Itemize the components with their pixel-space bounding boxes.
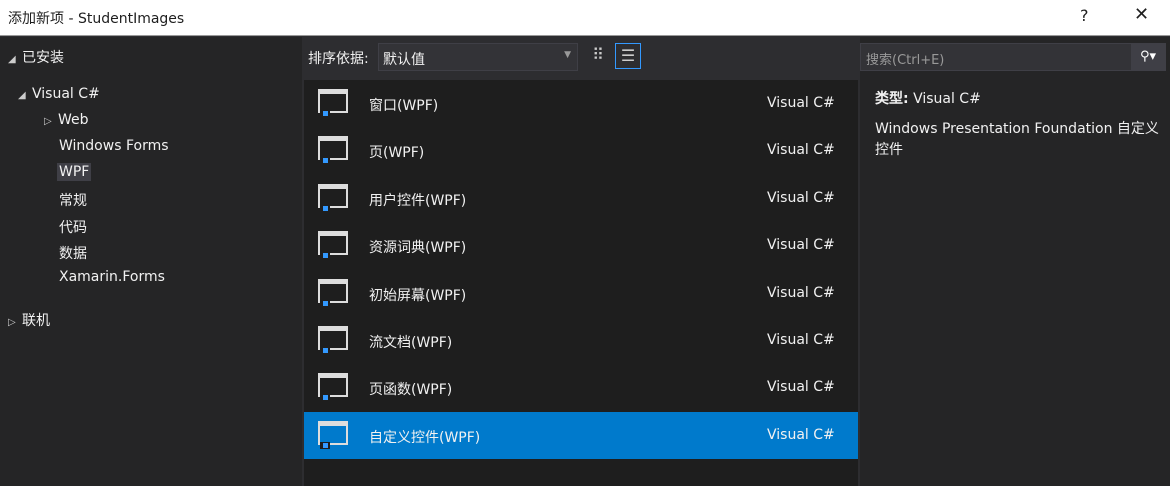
sort-label: 排序依据: (308, 51, 369, 67)
template-language: Visual C# (767, 237, 835, 254)
expanded-icon: ◢ (18, 90, 26, 101)
tree-item-web[interactable]: ▷ Web (44, 112, 89, 128)
splash-screen-icon (318, 278, 348, 307)
template-name: 流文档(WPF) (369, 335, 453, 351)
sort-value: 默认值 (383, 52, 425, 68)
category-tree: ◢ 已安装 ◢ Visual C# ▷ Web Windows Forms WPF 常… (0, 37, 302, 486)
template-name: 初始屏幕(WPF) (369, 287, 467, 304)
small-icons-view-button[interactable]: ⠿ (585, 43, 611, 69)
list-view-button[interactable]: ☰ (615, 43, 641, 69)
template-description: Windows Presentation Foundation 自定义控件 (875, 121, 1159, 158)
template-language: Visual C# (767, 426, 835, 443)
template-row[interactable]: 用户控件(WPF) Visual C# (304, 175, 858, 222)
custom-control-icon (318, 420, 348, 449)
template-row[interactable]: 页(WPF) Visual C# (304, 127, 858, 174)
template-row[interactable]: 页函数(WPF) Visual C# (304, 364, 858, 411)
tree-item-wpf[interactable]: WPF (57, 163, 92, 181)
template-name: 用户控件(WPF) (369, 192, 467, 209)
template-language: Visual C# (767, 284, 835, 301)
window-title: 添加新项 - StudentImages (8, 11, 185, 27)
expanded-icon: ◢ (8, 54, 16, 65)
template-name: 资源词典(WPF) (369, 240, 467, 257)
type-info: 类型: Visual C# (875, 88, 981, 108)
template-name: 自定义控件(WPF) (369, 429, 481, 446)
tree-item-code[interactable]: 代码 (59, 217, 87, 237)
title-bar: 添加新项 - StudentImages ? ✕ (0, 0, 1170, 36)
template-row[interactable]: 窗口(WPF) Visual C# (304, 80, 858, 127)
help-button[interactable]: ? (1080, 6, 1089, 25)
template-language: Visual C# (767, 189, 835, 206)
tree-item-xamarin-forms[interactable]: Xamarin.Forms (59, 269, 165, 285)
collapsed-icon: ▷ (8, 317, 16, 328)
template-language: Visual C# (767, 95, 835, 111)
toolbar: 排序依据: 默认值 ▼ ⠿ ☰ (302, 37, 858, 77)
search-input[interactable]: 搜索(Ctrl+E) ⚲▾ (860, 43, 1166, 71)
template-name: 页(WPF) (369, 145, 425, 162)
close-button[interactable]: ✕ (1134, 4, 1149, 25)
chevron-down-icon: ▼ (564, 50, 571, 60)
tree-item-data[interactable]: 数据 (59, 243, 87, 263)
template-row[interactable]: 资源词典(WPF) Visual C# (304, 222, 858, 269)
tree-item-windows-forms[interactable]: Windows Forms (59, 138, 169, 154)
tree-label: Web (58, 112, 89, 128)
search-placeholder: 搜索(Ctrl+E) (866, 53, 945, 68)
type-label: 类型: (875, 91, 909, 107)
template-list: 窗口(WPF) Visual C# 页(WPF) Visual C# 用户控件(… (304, 80, 858, 486)
flow-document-icon (318, 326, 348, 354)
template-language: Visual C# (767, 332, 835, 348)
collapsed-icon: ▷ (44, 116, 52, 127)
template-row[interactable]: 流文档(WPF) Visual C# (304, 317, 858, 364)
page-icon (318, 136, 348, 165)
tree-visual-csharp[interactable]: ◢ Visual C# (18, 86, 100, 102)
sort-dropdown[interactable]: 默认值 ▼ (378, 43, 578, 71)
template-name: 窗口(WPF) (369, 98, 439, 114)
template-name: 页函数(WPF) (369, 382, 453, 399)
user-control-icon (318, 183, 348, 212)
tree-label: 联机 (22, 313, 50, 329)
resource-dictionary-icon (318, 231, 348, 260)
tree-label: Visual C# (32, 86, 100, 102)
page-function-icon (318, 373, 348, 402)
window-icon (318, 89, 348, 117)
tree-label: 已安装 (22, 50, 64, 66)
template-row[interactable]: 初始屏幕(WPF) Visual C# (304, 270, 858, 317)
template-language: Visual C# (767, 379, 835, 396)
tree-item-general[interactable]: 常规 (59, 190, 87, 210)
template-row[interactable]: 自定义控件(WPF) Visual C# (304, 411, 858, 459)
type-value: Visual C# (913, 91, 981, 107)
details-panel: 搜索(Ctrl+E) ⚲▾ 类型: Visual C# Windows Prese… (860, 37, 1170, 486)
tree-online[interactable]: ▷ 联机 (8, 310, 50, 330)
template-language: Visual C# (767, 142, 835, 159)
tree-installed[interactable]: ◢ 已安装 (8, 47, 64, 67)
search-icon[interactable]: ⚲▾ (1131, 44, 1165, 70)
